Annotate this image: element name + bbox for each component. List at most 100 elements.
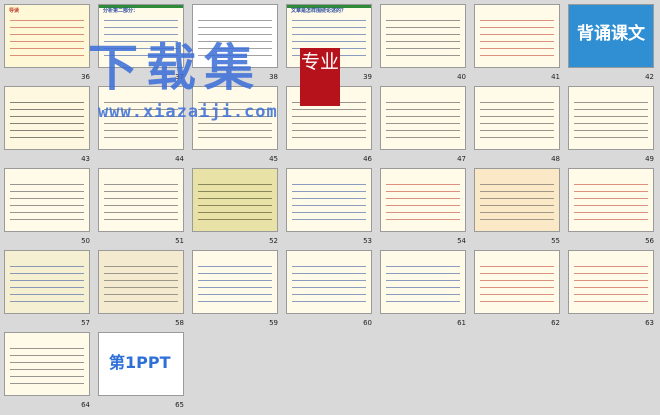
slide-text-lines (386, 263, 460, 308)
slide-preview (4, 250, 90, 314)
slide-thumbnail[interactable]: 56 (564, 164, 658, 246)
slide-preview (286, 168, 372, 232)
slide-text-lines (480, 263, 554, 308)
slide-thumbnail[interactable]: 41 (470, 0, 564, 82)
slide-text-lines (10, 181, 84, 226)
slide-thumbnail[interactable]: 58 (94, 246, 188, 328)
slide-number: 46 (363, 155, 372, 163)
slide-thumbnail[interactable]: 59 (188, 246, 282, 328)
slide-text-lines (104, 17, 178, 62)
slide-text-lines (10, 17, 84, 62)
slide-number: 55 (551, 237, 560, 245)
slide-number: 65 (175, 401, 184, 409)
slide-number: 58 (175, 319, 184, 327)
slide-preview (568, 168, 654, 232)
slide-preview (192, 250, 278, 314)
slide-thumbnail[interactable]: 38 (188, 0, 282, 82)
slide-number: 59 (269, 319, 278, 327)
slide-text-lines (574, 181, 648, 226)
slide-thumbnail[interactable]: 46 (282, 82, 376, 164)
slide-big-title: 背诵课文 (577, 24, 645, 44)
slide-preview (4, 86, 90, 150)
slide-text-lines (198, 181, 272, 226)
slide-thumbnail[interactable]: 分析第二部分： 37 (94, 0, 188, 82)
slide-sorter-grid: 导读 36 分析第二部分： 37 38 文章是怎样围绕论述的？ 39 40 41 背诵课文 42 43… (0, 0, 660, 415)
slide-preview: 文章是怎样围绕论述的？ (286, 4, 372, 68)
slide-thumbnail[interactable]: 64 (0, 328, 94, 410)
slide-number: 53 (363, 237, 372, 245)
slide-text-lines (104, 99, 178, 144)
slide-text-lines (292, 181, 366, 226)
slide-number: 57 (81, 319, 90, 327)
slide-thumbnail[interactable]: 第1PPT 65 (94, 328, 188, 410)
slide-text-lines (292, 17, 366, 62)
slide-number: 56 (645, 237, 654, 245)
slide-text-lines (386, 17, 460, 62)
slide-thumbnail[interactable]: 文章是怎样围绕论述的？ 39 (282, 0, 376, 82)
slide-number: 63 (645, 319, 654, 327)
slide-preview (380, 250, 466, 314)
slide-preview: 分析第二部分： (98, 4, 184, 68)
slide-number: 48 (551, 155, 560, 163)
slide-thumbnail[interactable]: 45 (188, 82, 282, 164)
slide-preview (474, 4, 560, 68)
slide-thumbnail[interactable]: 50 (0, 164, 94, 246)
slide-text-lines (292, 263, 366, 308)
slide-preview (192, 168, 278, 232)
slide-text-lines (386, 99, 460, 144)
slide-thumbnail[interactable]: 53 (282, 164, 376, 246)
slide-preview (568, 86, 654, 150)
slide-text-lines (198, 99, 272, 144)
slide-preview (286, 250, 372, 314)
slide-preview (286, 86, 372, 150)
slide-preview (474, 86, 560, 150)
slide-preview (98, 250, 184, 314)
slide-text-lines (198, 263, 272, 308)
slide-thumbnail[interactable]: 44 (94, 82, 188, 164)
slide-preview (380, 86, 466, 150)
slide-number: 41 (551, 73, 560, 81)
slide-text-lines (10, 99, 84, 144)
slide-number: 47 (457, 155, 466, 163)
slide-thumbnail[interactable]: 54 (376, 164, 470, 246)
slide-number: 54 (457, 237, 466, 245)
slide-text-lines (480, 99, 554, 144)
slide-thumbnail[interactable]: 40 (376, 0, 470, 82)
slide-text-lines (480, 17, 554, 62)
slide-text-lines (10, 263, 84, 308)
slide-number: 62 (551, 319, 560, 327)
slide-thumbnail[interactable]: 51 (94, 164, 188, 246)
slide-thumbnail[interactable]: 48 (470, 82, 564, 164)
slide-thumbnail[interactable]: 47 (376, 82, 470, 164)
slide-thumbnail[interactable]: 60 (282, 246, 376, 328)
slide-thumbnail[interactable]: 49 (564, 82, 658, 164)
slide-thumbnail[interactable]: 57 (0, 246, 94, 328)
slide-number: 45 (269, 155, 278, 163)
slide-thumbnail[interactable]: 55 (470, 164, 564, 246)
slide-number: 51 (175, 237, 184, 245)
slide-text-lines (198, 17, 272, 62)
slide-thumbnail[interactable]: 导读 36 (0, 0, 94, 82)
slide-preview: 背诵课文 (568, 4, 654, 68)
slide-thumbnail[interactable]: 背诵课文 42 (564, 0, 658, 82)
slide-thumbnail[interactable]: 62 (470, 246, 564, 328)
slide-preview (380, 168, 466, 232)
slide-thumbnail[interactable]: 61 (376, 246, 470, 328)
slide-preview (474, 250, 560, 314)
slide-thumbnail[interactable]: 43 (0, 82, 94, 164)
slide-text-lines (386, 181, 460, 226)
slide-number: 64 (81, 401, 90, 409)
slide-text-lines (480, 181, 554, 226)
slide-number: 52 (269, 237, 278, 245)
slide-number: 60 (363, 319, 372, 327)
slide-preview (4, 332, 90, 396)
slide-preview (98, 168, 184, 232)
slide-title: 分析第二部分： (103, 8, 139, 14)
slide-thumbnail[interactable]: 52 (188, 164, 282, 246)
slide-thumbnail[interactable]: 63 (564, 246, 658, 328)
slide-logo: 第1PPT (109, 353, 171, 372)
slide-preview: 导读 (4, 4, 90, 68)
slide-number: 37 (175, 73, 184, 81)
slide-number: 49 (645, 155, 654, 163)
slide-number: 39 (363, 73, 372, 81)
